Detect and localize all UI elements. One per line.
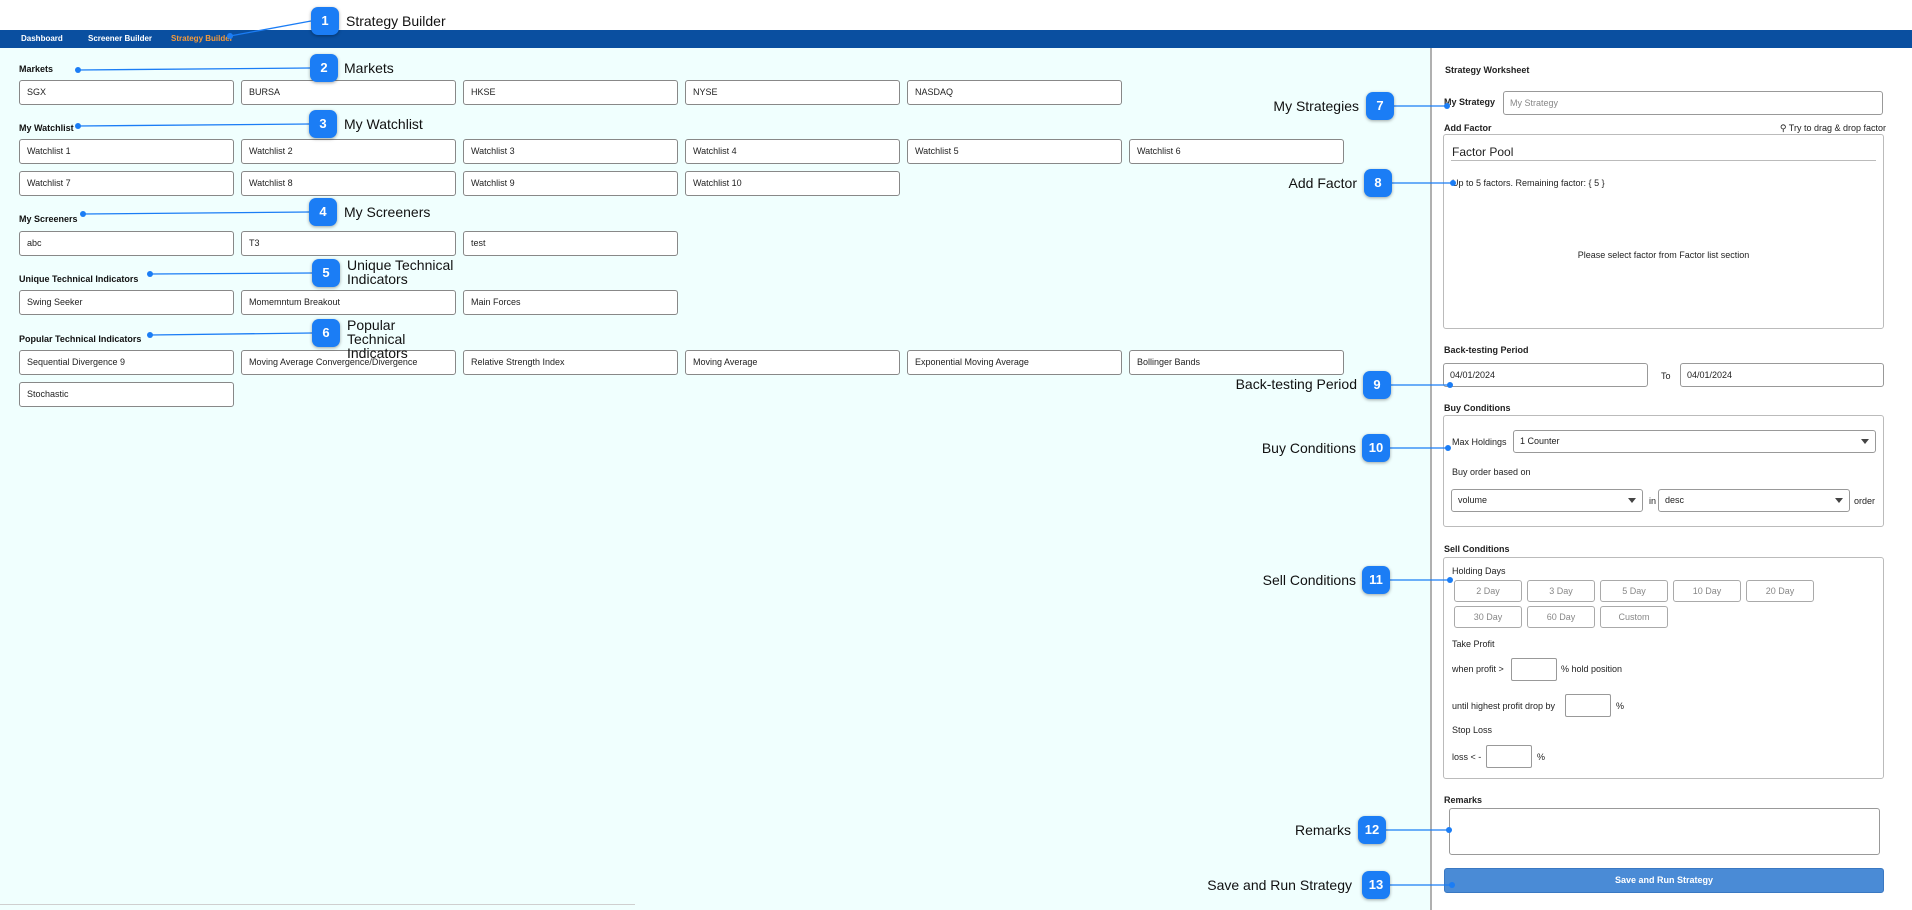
screener-chip[interactable]: abc xyxy=(19,231,234,256)
holding-day-custom-button[interactable]: Custom xyxy=(1600,606,1668,628)
market-chip[interactable]: HKSE xyxy=(463,80,678,105)
nav-dashboard[interactable]: Dashboard xyxy=(21,34,63,43)
screener-chip[interactable]: test xyxy=(463,231,678,256)
percent-label: % xyxy=(1616,701,1625,711)
stop-loss-input[interactable] xyxy=(1486,745,1532,768)
markets-title: Markets xyxy=(19,64,54,74)
watchlist-chip[interactable]: Watchlist 7 xyxy=(19,171,234,196)
watchlist-chip[interactable]: Watchlist 1 xyxy=(19,139,234,164)
add-factor-label: Add Factor xyxy=(1444,123,1492,133)
max-holdings-label: Max Holdings xyxy=(1452,437,1507,447)
factor-empty-text: Please select factor from Factor list se… xyxy=(1577,250,1750,260)
watchlist-chip[interactable]: Watchlist 8 xyxy=(241,171,456,196)
unique-indicator-chip[interactable]: Main Forces xyxy=(463,290,678,315)
chevron-down-icon xyxy=(1861,439,1869,444)
popular-indicator-chip[interactable]: Moving Average Convergence/Divergence xyxy=(241,350,456,375)
popular-indicator-chip[interactable]: Relative Strength Index xyxy=(463,350,678,375)
bottom-divider xyxy=(0,904,635,905)
factor-pool-title: Factor Pool xyxy=(1452,145,1514,159)
percent-label: % xyxy=(1537,752,1546,762)
backtest-label: Back-testing Period xyxy=(1444,345,1529,355)
buy-order-label: Buy order based on xyxy=(1452,467,1531,477)
until-drop-label: until highest profit drop by xyxy=(1452,701,1556,711)
stop-loss-label: Stop Loss xyxy=(1452,725,1493,735)
market-chip[interactable]: BURSA xyxy=(241,80,456,105)
buy-order-direction-value: desc xyxy=(1665,495,1685,505)
holding-days-label: Holding Days xyxy=(1452,566,1506,576)
watchlist-title: My Watchlist xyxy=(19,123,74,133)
holding-day-button[interactable]: 5 Day xyxy=(1600,580,1668,602)
popular-indicator-chip[interactable]: Stochastic xyxy=(19,382,234,407)
backtest-to-input[interactable]: 04/01/2024 xyxy=(1680,363,1884,387)
factor-pool-divider xyxy=(1451,160,1876,161)
chevron-down-icon xyxy=(1835,498,1843,503)
holding-day-button[interactable]: 20 Day xyxy=(1746,580,1814,602)
holding-day-button[interactable]: 10 Day xyxy=(1673,580,1741,602)
factor-limit-text: Up to 5 factors. Remaining factor: { 5 } xyxy=(1452,178,1605,188)
popular-indicator-chip[interactable]: Sequential Divergence 9 xyxy=(19,350,234,375)
watchlist-chip[interactable]: Watchlist 9 xyxy=(463,171,678,196)
in-label: in xyxy=(1649,496,1657,506)
market-chip[interactable]: SGX xyxy=(19,80,234,105)
bulb-icon: ⚲ xyxy=(1779,123,1789,133)
watchlist-chip[interactable]: Watchlist 3 xyxy=(463,139,678,164)
profit-drop-input[interactable] xyxy=(1565,694,1611,717)
watchlist-chip[interactable]: Watchlist 2 xyxy=(241,139,456,164)
take-profit-input[interactable] xyxy=(1511,658,1557,681)
when-profit-label: when profit > xyxy=(1452,664,1504,674)
save-and-run-button[interactable]: Save and Run Strategy xyxy=(1444,868,1884,893)
watchlist-chip[interactable]: Watchlist 4 xyxy=(685,139,900,164)
my-strategy-label: My Strategy xyxy=(1444,97,1496,107)
sell-conditions-label: Sell Conditions xyxy=(1444,544,1510,554)
factor-pool-box[interactable] xyxy=(1443,134,1884,329)
worksheet-title: Strategy Worksheet xyxy=(1445,65,1530,75)
watchlist-chip[interactable]: Watchlist 10 xyxy=(685,171,900,196)
buy-order-direction-select[interactable]: desc xyxy=(1658,489,1850,512)
popular-indicator-chip[interactable]: Exponential Moving Average xyxy=(907,350,1122,375)
holding-day-button[interactable]: 60 Day xyxy=(1527,606,1595,628)
loss-label: loss < - xyxy=(1452,752,1482,762)
buy-order-field-select[interactable]: volume xyxy=(1451,489,1643,512)
annotation-label: Strategy Builder xyxy=(346,13,446,29)
holding-day-button[interactable]: 2 Day xyxy=(1454,580,1522,602)
popular-indicator-chip[interactable]: Bollinger Bands xyxy=(1129,350,1344,375)
max-holdings-value: 1 Counter xyxy=(1520,436,1560,446)
hold-position-label: % hold position xyxy=(1561,664,1623,674)
popular-indicators-title: Popular Technical Indicators xyxy=(19,334,142,344)
nav-strategy-builder[interactable]: Strategy Builder xyxy=(171,34,233,43)
unique-indicator-chip[interactable]: Swing Seeker xyxy=(19,290,234,315)
market-chip[interactable]: NYSE xyxy=(685,80,900,105)
chevron-down-icon xyxy=(1628,498,1636,503)
strategy-name-input[interactable]: My Strategy xyxy=(1503,91,1883,115)
nav-screener-builder[interactable]: Screener Builder xyxy=(88,34,152,43)
order-label: order xyxy=(1854,496,1876,506)
take-profit-label: Take Profit xyxy=(1452,639,1495,649)
top-nav: Dashboard Screener Builder Strategy Buil… xyxy=(0,30,1912,48)
buy-conditions-label: Buy Conditions xyxy=(1444,403,1511,413)
backtest-from-input[interactable]: 04/01/2024 xyxy=(1443,363,1648,387)
max-holdings-select[interactable]: 1 Counter xyxy=(1513,430,1876,453)
watchlist-chip[interactable]: Watchlist 6 xyxy=(1129,139,1344,164)
remarks-textarea[interactable] xyxy=(1449,808,1880,855)
screeners-title: My Screeners xyxy=(19,214,78,224)
buy-order-field-value: volume xyxy=(1458,495,1488,505)
market-chip[interactable]: NASDAQ xyxy=(907,80,1122,105)
drag-hint-text: Try to drag & drop factor xyxy=(1788,123,1886,133)
watchlist-chip[interactable]: Watchlist 5 xyxy=(907,139,1122,164)
backtest-to-label: To xyxy=(1661,371,1671,381)
screener-chip[interactable]: T3 xyxy=(241,231,456,256)
popular-indicator-chip[interactable]: Moving Average xyxy=(685,350,900,375)
holding-day-button[interactable]: 3 Day xyxy=(1527,580,1595,602)
holding-day-button[interactable]: 30 Day xyxy=(1454,606,1522,628)
drag-hint: ⚲ Try to drag & drop factor xyxy=(1780,123,1886,134)
remarks-label: Remarks xyxy=(1444,795,1483,805)
unique-indicators-title: Unique Technical Indicators xyxy=(19,274,139,284)
unique-indicator-chip[interactable]: Momemntum Breakout xyxy=(241,290,456,315)
